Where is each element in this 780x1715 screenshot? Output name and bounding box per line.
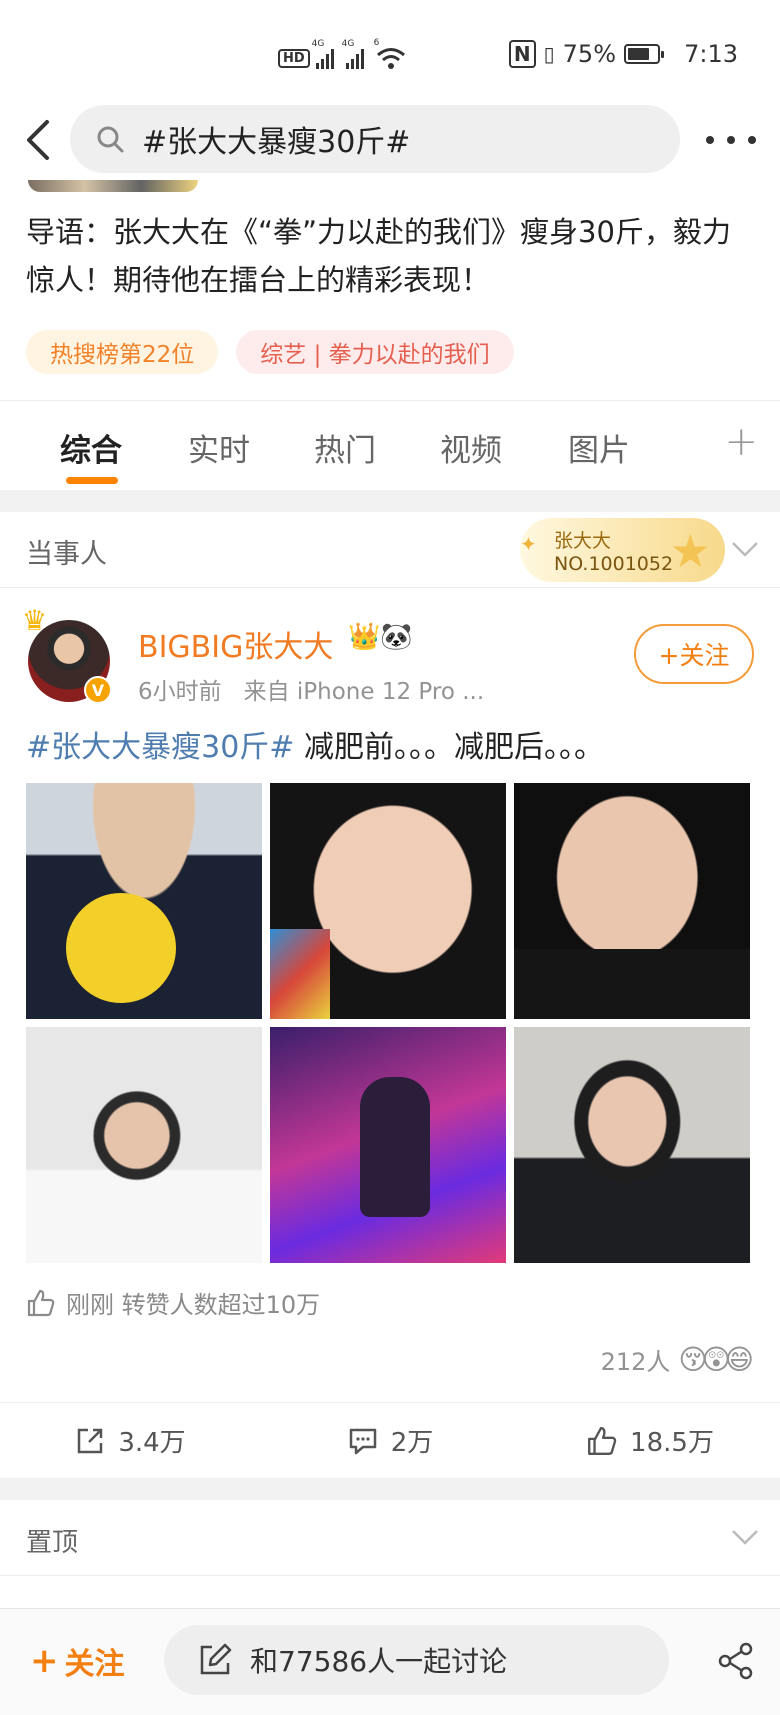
author-name[interactable]: BIGBIG张大大 <box>138 622 333 666</box>
back-button[interactable] <box>16 114 60 166</box>
tab-bar: 综合 实时 热门 视频 图片 + <box>0 400 780 490</box>
repost-note: 刚刚 转赞人数超过10万 <box>26 1285 320 1320</box>
pinned-label: 置顶 <box>26 1528 79 1558</box>
comment-button[interactable]: 2万 <box>260 1403 520 1478</box>
more-dot <box>727 136 735 144</box>
bottom-follow-label: 关注 <box>64 1647 125 1682</box>
tab-images[interactable]: 图片 <box>568 425 630 470</box>
post-actions: 3.4万 2万 18.5万 <box>0 1402 780 1478</box>
variety-show-tag[interactable]: 综艺 | 拳力以赴的我们 <box>236 330 514 374</box>
chevron-down-icon[interactable] <box>730 534 760 564</box>
repost-button[interactable]: 3.4万 <box>0 1403 260 1478</box>
verified-badge: V <box>84 676 112 704</box>
photo-grid <box>26 783 754 1263</box>
nfc-icon: N <box>508 40 536 68</box>
party-label: 当事人 <box>26 539 107 570</box>
reaction-emojis: 😚 😲 😄 <box>678 1343 754 1376</box>
photo-thumbnail[interactable] <box>514 783 750 1019</box>
battery-icon <box>624 44 664 64</box>
top-bar: #张大大暴瘦30斤# <box>0 100 780 180</box>
active-tab-indicator <box>66 477 118 484</box>
plus-icon: + <box>30 1641 59 1681</box>
topic-banner-image <box>28 180 198 192</box>
tab-realtime[interactable]: 实时 <box>188 425 250 470</box>
post-meta: 6小时前 来自 iPhone 12 Pro ... <box>138 672 484 706</box>
back-arrow-icon <box>27 120 49 160</box>
discuss-input[interactable]: 和77586人一起讨论 <box>164 1625 669 1695</box>
post-text: #张大大暴瘦30斤# 减肥前。。。减肥后。。。 <box>26 722 604 766</box>
thumbs-up-icon <box>588 1426 617 1455</box>
more-button[interactable] <box>706 120 756 160</box>
bottom-bar: + 关注 和77586人一起讨论 <box>0 1608 780 1715</box>
photo-thumbnail[interactable] <box>26 783 262 1019</box>
tab-comprehensive[interactable]: 综合 <box>60 425 122 470</box>
rank-badge[interactable]: ✦ 张大大 NO.1001052 ★ <box>520 518 725 582</box>
more-dot <box>748 136 756 144</box>
search-query: #张大大暴瘦30斤# <box>142 125 411 160</box>
share-arrow-icon <box>78 1428 103 1453</box>
signal-1-icon: 4G <box>312 39 334 69</box>
topic-tags: 热搜榜第22位 综艺 | 拳力以赴的我们 <box>26 330 514 374</box>
repost-count: 3.4万 <box>118 1428 186 1458</box>
thumbs-up-icon <box>27 1289 55 1316</box>
likers-count: 212人 <box>600 1348 671 1376</box>
likers-summary[interactable]: 212人 😚 😲 😄 <box>601 1342 754 1377</box>
author-emoji-badges: 👑🐼 <box>348 622 413 652</box>
follow-button[interactable]: +关注 <box>634 624 754 684</box>
wifi-icon: 6 <box>374 38 406 70</box>
like-count: 18.5万 <box>630 1428 714 1458</box>
vibrate-icon: ▯ <box>543 42 555 66</box>
section-divider <box>0 490 780 512</box>
sparkle-icon: ✦ <box>520 532 537 556</box>
search-box[interactable]: #张大大暴瘦30斤# <box>70 105 680 173</box>
bottom-follow-button[interactable]: + 关注 <box>30 1639 125 1683</box>
tab-video[interactable]: 视频 <box>440 425 502 470</box>
comment-count: 2万 <box>390 1428 434 1458</box>
topic-intro: 导语：张大大在《“拳”力以赴的我们》瘦身30斤，毅力惊人！期待他在擂台上的精彩表… <box>26 215 731 297</box>
search-icon <box>94 123 126 155</box>
edit-icon <box>200 1643 232 1675</box>
like-button[interactable]: 18.5万 <box>520 1403 780 1478</box>
battery-percent: 75% <box>562 40 616 68</box>
photo-thumbnail[interactable] <box>26 1027 262 1263</box>
battery-group: N ▯ 75% <box>508 40 664 68</box>
photo-thumbnail[interactable] <box>270 783 506 1019</box>
clock: 7:13 <box>684 40 738 68</box>
post-source: 来自 iPhone 12 Pro ... <box>243 679 485 705</box>
party-section: 当事人 ✦ 张大大 NO.1001052 ★ <box>0 512 780 588</box>
share-icon[interactable] <box>716 1641 756 1681</box>
star-icon: ★ <box>669 524 711 578</box>
repost-note-text: 刚刚 转赞人数超过10万 <box>66 1291 321 1319</box>
more-dot <box>706 136 714 144</box>
status-bar: HD 4G 4G 6 N ▯ 75% 7:13 <box>0 0 780 100</box>
add-tab-icon[interactable]: + <box>724 419 758 465</box>
photo-thumbnail[interactable] <box>514 1027 750 1263</box>
post-header: ♛ V BIGBIG张大大 👑🐼 6小时前 来自 iPhone 12 Pro .… <box>0 600 780 710</box>
section-divider <box>0 1478 780 1500</box>
discuss-text: 和77586人一起讨论 <box>250 1645 508 1678</box>
chevron-down-icon[interactable] <box>730 1522 760 1552</box>
photo-thumbnail[interactable] <box>270 1027 506 1263</box>
post-body: 减肥前。。。减肥后。。。 <box>294 730 604 765</box>
laugh-emoji-icon: 😄 <box>724 1343 754 1376</box>
topic-link[interactable]: #张大大暴瘦30斤# <box>26 730 294 765</box>
post-time: 6小时前 <box>138 679 222 705</box>
hot-rank-tag[interactable]: 热搜榜第22位 <box>26 330 219 374</box>
comment-icon <box>349 1428 376 1454</box>
hd-badge: HD <box>278 48 310 68</box>
tab-hot[interactable]: 热门 <box>314 425 376 470</box>
signal-2-icon: 4G <box>342 39 364 69</box>
status-icons: HD 4G 4G 6 <box>278 38 406 78</box>
pinned-section[interactable]: 置顶 <box>0 1500 780 1576</box>
